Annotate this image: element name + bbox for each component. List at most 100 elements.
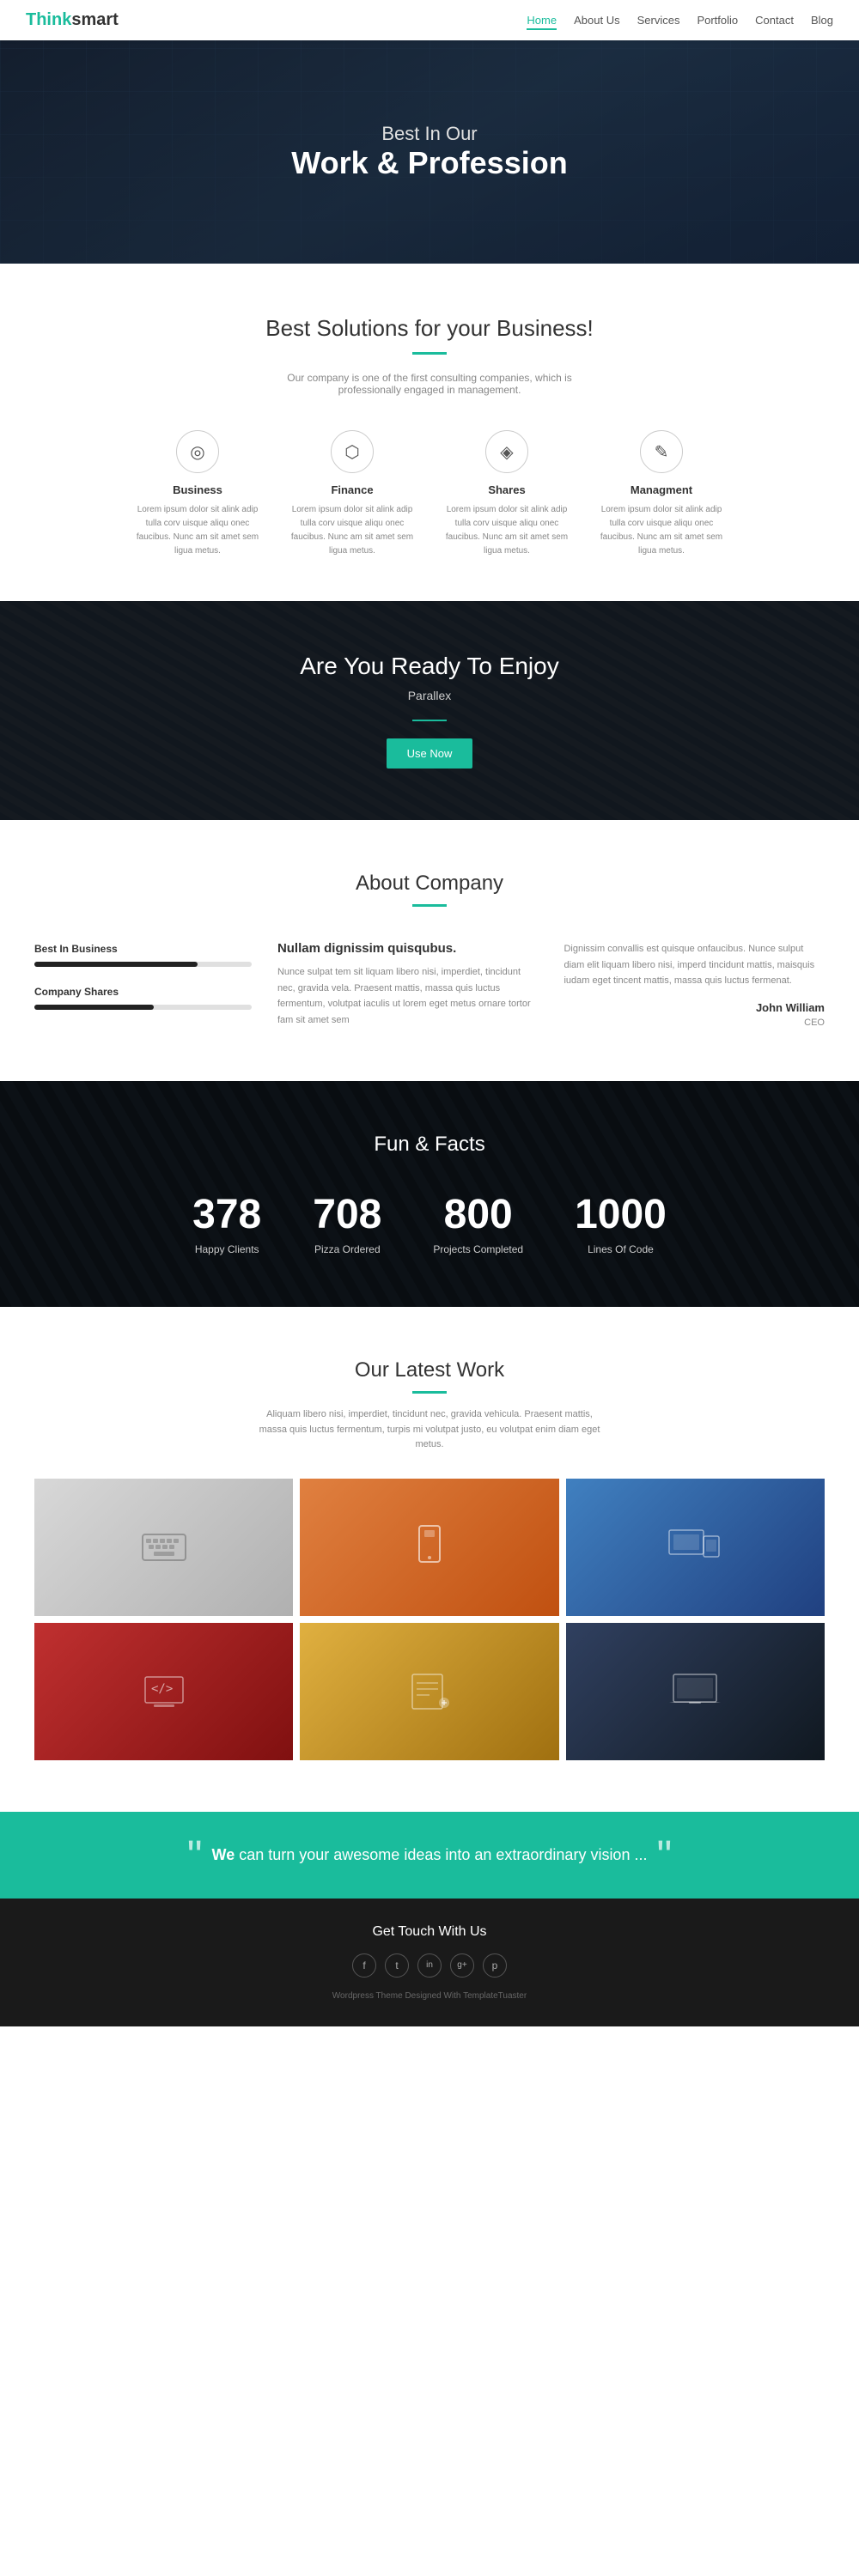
social-linkedin[interactable]: in <box>417 1953 442 1978</box>
footer: Get Touch With Us f t in g+ p Wordpress … <box>0 1899 859 2026</box>
portfolio-item-6[interactable] <box>566 1623 825 1760</box>
fact-clients-label: Happy Clients <box>192 1243 261 1255</box>
keyboard-icon <box>138 1526 190 1569</box>
about-author: John William CEO <box>564 1001 825 1030</box>
social-pinterest[interactable]: p <box>483 1953 507 1978</box>
nav-about[interactable]: About Us <box>574 14 619 27</box>
nav-portfolio[interactable]: Portfolio <box>697 14 738 27</box>
features-grid: ◎ Business Lorem ipsum dolor sit alink a… <box>34 430 825 558</box>
social-googleplus[interactable]: g+ <box>450 1953 474 1978</box>
feature-management: ✎ Managment Lorem ipsum dolor sit alink … <box>593 430 730 558</box>
nav-contact[interactable]: Contact <box>755 14 794 27</box>
portfolio-item-4[interactable]: </> <box>34 1623 293 1760</box>
feature-finance: ⬡ Finance Lorem ipsum dolor sit alink ad… <box>283 430 421 558</box>
fact-clients-number: 378 <box>192 1191 261 1238</box>
fact-code: 1000 Lines Of Code <box>575 1191 667 1255</box>
portfolio-item-3[interactable] <box>566 1479 825 1616</box>
feature-shares: ◈ Shares Lorem ipsum dolor sit alink adi… <box>438 430 576 558</box>
bar-business-bg <box>34 962 252 967</box>
parallax-section: Are You Ready To Enjoy Parallex Use Now <box>0 601 859 820</box>
hero-line1: Best In Our <box>381 123 477 145</box>
fact-code-label: Lines Of Code <box>575 1243 667 1255</box>
author-name: John William <box>564 1001 825 1014</box>
quote-section: " We can turn your awesome ideas into an… <box>0 1812 859 1899</box>
author-title: CEO <box>804 1018 825 1028</box>
about-heading: About Company <box>34 872 825 896</box>
solutions-desc: Our company is one of the first consulti… <box>279 372 580 396</box>
hero-line2: Work & Profession <box>291 145 567 181</box>
footer-copyright: Wordpress Theme Designed With TemplateTu… <box>17 1991 842 2001</box>
finance-icon: ⬡ <box>331 430 374 473</box>
feature-business-desc: Lorem ipsum dolor sit alink adip tulla c… <box>129 503 266 558</box>
quote-open-mark: " <box>187 1832 203 1880</box>
logo-smart: smart <box>71 10 118 29</box>
devices-icon <box>665 1526 725 1569</box>
laptop-icon <box>665 1670 725 1713</box>
business-icon: ◎ <box>176 430 219 473</box>
social-facebook[interactable]: f <box>352 1953 376 1978</box>
bar-shares-label: Company Shares <box>34 986 119 998</box>
logo: Thinksmart <box>26 10 119 30</box>
latest-work-underline <box>412 1391 447 1394</box>
parallax-heading: Are You Ready To Enjoy <box>17 653 842 680</box>
portfolio-grid: </> <box>34 1479 825 1760</box>
fun-facts-section: Fun & Facts 378 Happy Clients 708 Pizza … <box>0 1081 859 1307</box>
parallax-cta-button[interactable]: Use Now <box>387 738 473 769</box>
nav-blog[interactable]: Blog <box>811 14 833 27</box>
fact-projects-label: Projects Completed <box>433 1243 523 1255</box>
nav-home[interactable]: Home <box>527 14 557 30</box>
about-underline <box>412 904 447 907</box>
feature-management-desc: Lorem ipsum dolor sit alink adip tulla c… <box>593 503 730 558</box>
feature-shares-title: Shares <box>438 483 576 496</box>
fact-pizza-label: Pizza Ordered <box>313 1243 381 1255</box>
fact-pizza: 708 Pizza Ordered <box>313 1191 381 1255</box>
feature-finance-title: Finance <box>283 483 421 496</box>
solutions-heading: Best Solutions for your Business! <box>34 315 825 342</box>
fact-code-number: 1000 <box>575 1191 667 1238</box>
coding-icon: </> <box>138 1670 190 1713</box>
bar-shares-bg <box>34 1005 252 1010</box>
about-center-desc: Nunce sulpat tem sit liquam libero nisi,… <box>277 964 539 1029</box>
about-center-text: Nullam dignissim quisqubus. Nunce sulpat… <box>277 941 539 1030</box>
fact-clients: 378 Happy Clients <box>192 1191 261 1255</box>
about-section: About Company Best In Business Company S… <box>0 820 859 1081</box>
management-icon: ✎ <box>640 430 683 473</box>
about-center-title: Nullam dignissim quisqubus. <box>277 941 539 956</box>
social-icons: f t in g+ p <box>17 1953 842 1978</box>
latest-work-desc: Aliquam libero nisi, imperdiet, tincidun… <box>258 1407 601 1453</box>
feature-business-title: Business <box>129 483 266 496</box>
fact-pizza-number: 708 <box>313 1191 381 1238</box>
portfolio-item-2[interactable] <box>300 1479 558 1616</box>
solutions-section: Best Solutions for your Business! Our co… <box>0 264 859 601</box>
mobile-icon <box>412 1522 447 1573</box>
footer-heading: Get Touch With Us <box>17 1924 842 1940</box>
bar-business-label: Best In Business <box>34 943 118 955</box>
quote-rest: can turn your awesome ideas into an extr… <box>235 1846 647 1863</box>
about-right-text: Dignissim convallis est quisque onfaucib… <box>564 941 825 1030</box>
latest-work-heading: Our Latest Work <box>34 1358 825 1382</box>
latest-work-section: Our Latest Work Aliquam libero nisi, imp… <box>0 1307 859 1812</box>
quote-close-mark: " <box>656 1832 672 1880</box>
bar-shares: Company Shares <box>34 984 252 1010</box>
quote-bold: We <box>212 1846 235 1863</box>
svg-text:</>: </> <box>151 1682 173 1696</box>
feature-business: ◎ Business Lorem ipsum dolor sit alink a… <box>129 430 266 558</box>
shares-icon: ◈ <box>485 430 528 473</box>
about-right-desc: Dignissim convallis est quisque onfaucib… <box>564 941 825 989</box>
fun-facts-heading: Fun & Facts <box>17 1133 842 1157</box>
portfolio-item-5[interactable] <box>300 1623 558 1760</box>
bar-shares-fill <box>34 1005 154 1010</box>
parallax-subtext: Parallex <box>17 689 842 702</box>
quote-text: " We can turn your awesome ideas into an… <box>187 1846 672 1863</box>
hero-section: Best In Our Work & Profession <box>0 40 859 264</box>
nav-services[interactable]: Services <box>637 14 680 27</box>
navbar: Thinksmart Home About Us Services Portfo… <box>0 0 859 40</box>
fact-projects-number: 800 <box>433 1191 523 1238</box>
about-bars: Best In Business Company Shares <box>34 941 252 1030</box>
solutions-underline <box>412 352 447 355</box>
portfolio-item-1[interactable] <box>34 1479 293 1616</box>
logo-think: Think <box>26 10 71 29</box>
social-twitter[interactable]: t <box>385 1953 409 1978</box>
feature-finance-desc: Lorem ipsum dolor sit alink adip tulla c… <box>283 503 421 558</box>
fact-projects: 800 Projects Completed <box>433 1191 523 1255</box>
